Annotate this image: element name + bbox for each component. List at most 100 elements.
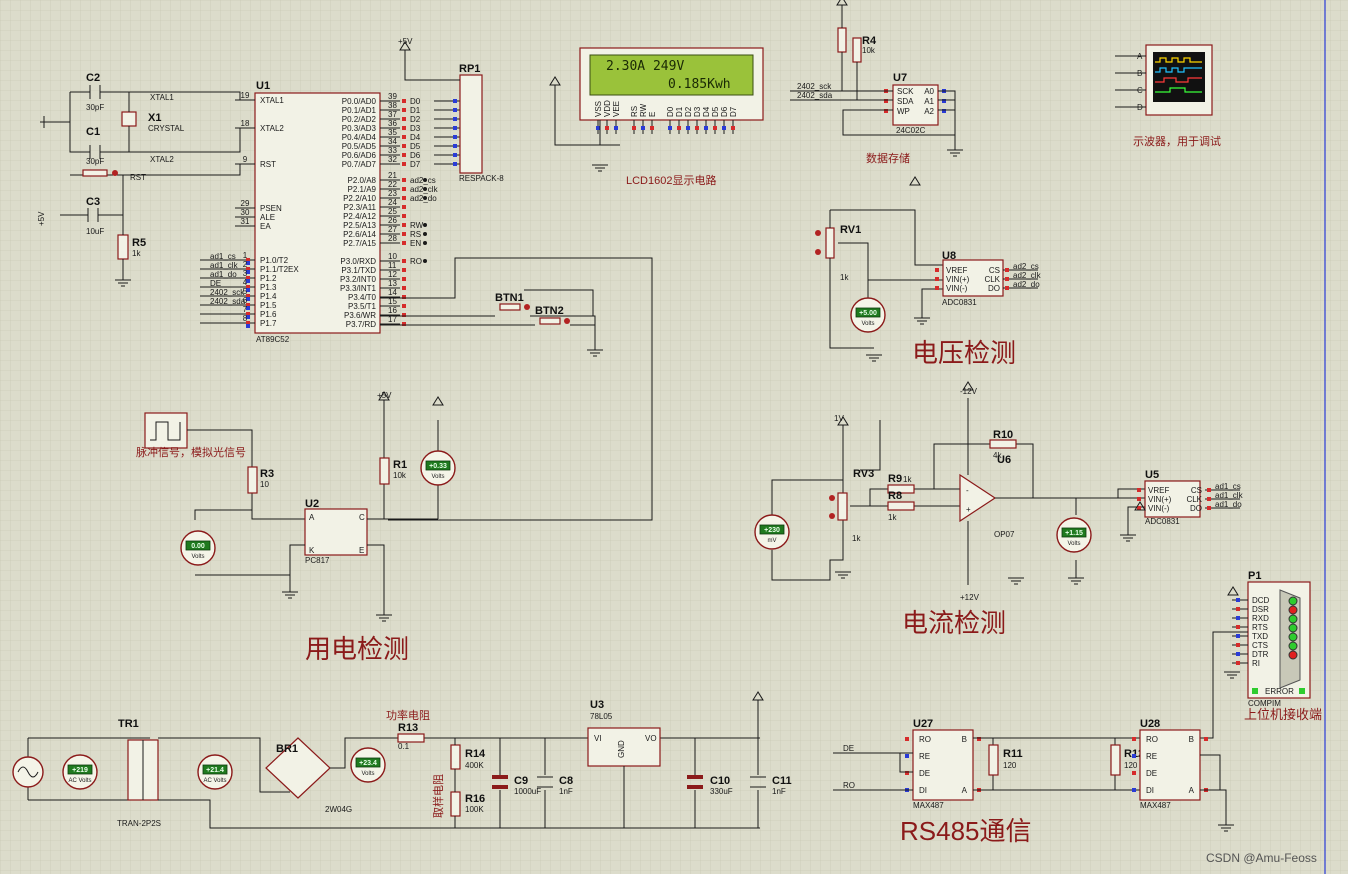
pin-marker: [935, 277, 939, 281]
svg-text:1k: 1k: [852, 534, 861, 543]
svg-text:10k: 10k: [393, 471, 407, 480]
net-label: 2402_sda: [210, 297, 246, 306]
net-label: EN: [410, 239, 421, 248]
pin-marker: [1005, 277, 1009, 281]
btn1[interactable]: [499, 303, 521, 311]
pin-marker: [402, 259, 406, 263]
svg-text:X1: X1: [148, 112, 161, 124]
svg-text:U27: U27: [913, 718, 933, 730]
net-label: 2402_sck: [797, 82, 832, 91]
net-label: ad1_clk: [210, 261, 239, 270]
lcd-line1: 2.30A 249V: [606, 59, 684, 74]
pulse-generator[interactable]: [144, 412, 188, 449]
meter-unit: Volts: [361, 771, 374, 777]
mcu-pin-name: P1.1/T2EX: [260, 265, 299, 274]
status-led: [1288, 623, 1298, 633]
svg-text:R11: R11: [1003, 748, 1023, 760]
svg-text:数据存储: 数据存储: [866, 151, 910, 165]
pin-marker: [1207, 506, 1211, 510]
svg-text:E: E: [359, 546, 364, 555]
svg-text:取样电阻: 取样电阻: [431, 774, 445, 818]
pin-marker: [402, 232, 406, 236]
pin-marker: [402, 187, 406, 191]
meter-unit: Volts: [191, 554, 204, 560]
pin-marker: [1005, 268, 1009, 272]
lcd-pin-name: VSS: [594, 101, 603, 117]
svg-text:U8: U8: [942, 250, 956, 262]
lcd-pin-name: D0: [666, 106, 675, 117]
svg-text:R10: R10: [993, 429, 1013, 441]
pin-marker: [1236, 625, 1240, 629]
btn2[interactable]: [539, 317, 561, 325]
adc-pin-name: CLK: [984, 275, 1000, 284]
meter-unit: Volts: [861, 321, 874, 327]
status-led: [1288, 641, 1298, 651]
pin-marker: [935, 286, 939, 290]
lcd-pin-name: D5: [711, 106, 720, 117]
pin-marker: [1132, 737, 1136, 741]
svg-text:RO: RO: [843, 781, 855, 790]
pin-marker: [722, 126, 726, 130]
pin-marker: [453, 126, 457, 130]
status-led: [1288, 650, 1298, 660]
svg-text:120: 120: [1124, 761, 1138, 770]
pin-marker: [695, 126, 699, 130]
svg-text:+: +: [966, 505, 971, 514]
net-label: ad2_do: [1013, 280, 1040, 289]
mcu-pin-number: 21: [388, 171, 397, 180]
svg-text:R3: R3: [260, 468, 274, 480]
svg-text:1k: 1k: [840, 273, 849, 282]
max487-pin-name: A: [962, 786, 968, 795]
svg-text:U7: U7: [893, 72, 907, 84]
eeprom-pin-name: A1: [924, 97, 934, 106]
pin-marker: [668, 126, 672, 130]
scope-channel-label: C: [1137, 86, 1143, 95]
svg-text:R1: R1: [393, 459, 407, 471]
svg-text:10: 10: [260, 480, 269, 489]
svg-text:TR1: TR1: [118, 718, 139, 730]
mcu-pin-name: P3.5/T1: [348, 302, 377, 311]
mcu-pin-name: P2.3/A11: [344, 203, 377, 212]
mcu-pin-name: P1.7: [260, 319, 277, 328]
mcu-pin-name: P0.0/AD0: [342, 97, 377, 106]
svg-text:OP07: OP07: [994, 530, 1015, 539]
mcu-pin-name: P0.7/AD7: [342, 160, 377, 169]
lcd-pin-name: VEE: [612, 101, 621, 117]
pin-marker: [905, 737, 909, 741]
mcu-pin-name: P2.7/A15: [343, 239, 376, 248]
svg-text:示波器，用于调试: 示波器，用于调试: [1133, 135, 1221, 148]
svg-text:U5: U5: [1145, 469, 1159, 481]
pin-marker: [1236, 616, 1240, 620]
mcu-pin-number: 33: [388, 146, 397, 155]
status-led: [1288, 632, 1298, 642]
max487-pin-name: DI: [1146, 786, 1154, 795]
lcd-circuit-label: LCD1602显示电路: [626, 174, 716, 187]
svg-text:RST: RST: [130, 173, 146, 182]
mcu-pin-name: P3.6/WR: [344, 311, 376, 320]
pin-marker: [453, 162, 457, 166]
pin-marker: [246, 324, 250, 328]
mcu-pin-name: P1.3: [260, 283, 277, 292]
lcd-pin-name: D6: [720, 106, 729, 117]
svg-text:1k: 1k: [888, 513, 897, 522]
mcu-pin-number: 28: [388, 234, 397, 243]
max487-pin-name: RO: [1146, 735, 1158, 744]
mcu-pin-number: 36: [388, 119, 397, 128]
pin-marker: [1236, 652, 1240, 656]
adc-pin-name: DO: [988, 284, 1000, 293]
mcu-pin-number: 23: [388, 189, 397, 198]
mcu-pin-name: P2.5/A13: [343, 221, 376, 230]
meter-unit: Volts: [431, 474, 444, 480]
net-label: 2402_sda: [797, 91, 833, 100]
svg-text:CRYSTAL: CRYSTAL: [148, 124, 185, 133]
mcu-pin-number: 29: [241, 199, 250, 208]
svg-text:U1: U1: [256, 80, 270, 92]
svg-text:脉冲信号，模拟光信号: 脉冲信号，模拟光信号: [136, 445, 246, 459]
svg-text:BR1: BR1: [276, 743, 298, 755]
pin-marker: [402, 135, 406, 139]
svg-text:P1: P1: [1248, 570, 1261, 582]
svg-text:BTN1: BTN1: [495, 292, 524, 304]
mcu-pin-number: 16: [388, 306, 397, 315]
svg-text:R5: R5: [132, 237, 146, 249]
svg-text:4k: 4k: [993, 451, 1002, 460]
